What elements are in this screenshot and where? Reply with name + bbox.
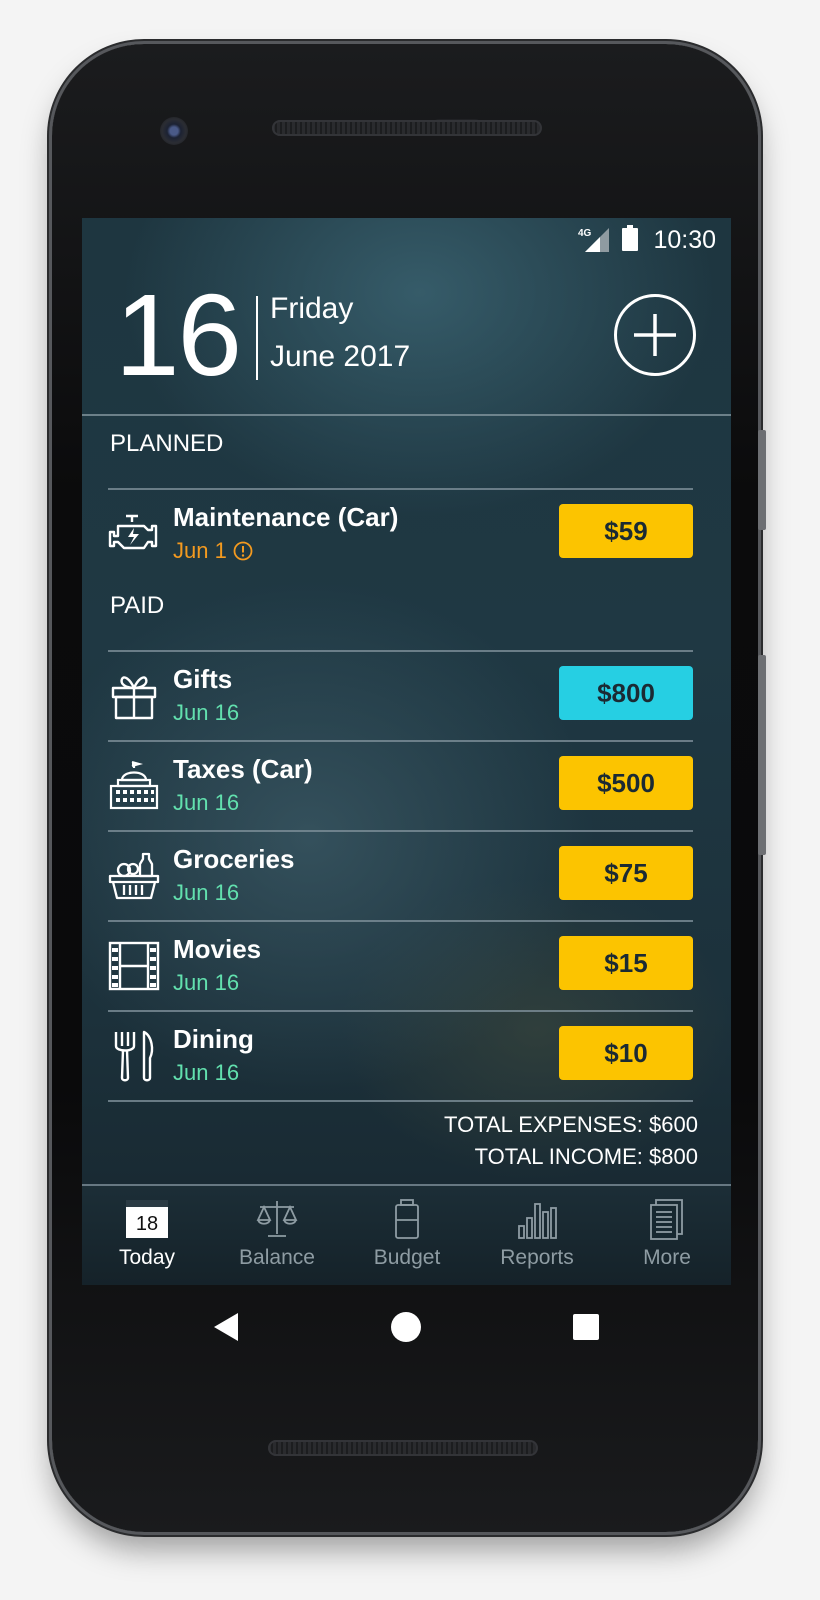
list-item[interactable]: Taxes (Car) Jun 16 $500 bbox=[108, 742, 693, 828]
battery-icon bbox=[622, 225, 638, 251]
amount-badge: $75 bbox=[559, 846, 693, 900]
grocery-basket-icon bbox=[108, 852, 160, 900]
amount-badge: $59 bbox=[559, 504, 693, 558]
item-date: Jun 16 bbox=[173, 1060, 240, 1085]
tab-balance[interactable]: Balance bbox=[212, 1184, 342, 1285]
list-item[interactable]: Movies Jun 16 $15 bbox=[108, 922, 693, 1008]
total-expenses-label: TOTAL EXPENSES: bbox=[444, 1112, 643, 1137]
bar-chart-icon bbox=[518, 1203, 557, 1239]
list-item[interactable]: Maintenance (Car) Jun 1 $59 bbox=[108, 490, 693, 576]
gift-icon bbox=[111, 676, 157, 720]
item-date: Jun 16 bbox=[173, 880, 240, 905]
amount-badge: $800 bbox=[559, 666, 693, 720]
month-year-label: June 2017 bbox=[270, 340, 411, 373]
total-income-label: TOTAL INCOME: bbox=[474, 1144, 643, 1169]
bottom-speaker-grille bbox=[268, 1440, 538, 1456]
item-title: Gifts bbox=[173, 664, 233, 694]
battery-jar-icon bbox=[395, 1199, 419, 1239]
svg-text:18: 18 bbox=[136, 1213, 158, 1235]
front-camera bbox=[160, 117, 188, 145]
amount-badge: $15 bbox=[559, 936, 693, 990]
item-date: Jun 16 bbox=[173, 700, 240, 725]
scales-icon bbox=[256, 1201, 298, 1237]
section-title-planned: PLANNED bbox=[110, 430, 224, 457]
tab-label: Reports bbox=[500, 1246, 574, 1269]
tab-today[interactable]: 18 Today bbox=[82, 1184, 212, 1285]
tab-label: More bbox=[643, 1246, 691, 1269]
list-item[interactable]: Gifts Jun 16 $800 bbox=[108, 652, 693, 738]
list-item[interactable]: Groceries Jun 16 $75 bbox=[108, 832, 693, 918]
bottom-tab-bar: 18 Today Balance Budget Reports More bbox=[82, 1184, 731, 1285]
documents-icon bbox=[650, 1199, 683, 1240]
fork-knife-icon bbox=[114, 1030, 154, 1082]
item-title: Groceries bbox=[173, 844, 295, 874]
calendar-icon: 18 bbox=[126, 1200, 168, 1238]
section-title-paid: PAID bbox=[110, 592, 165, 619]
tab-label: Balance bbox=[239, 1246, 315, 1269]
status-bar: 4G 10:30 bbox=[82, 218, 731, 258]
total-income-value: $800 bbox=[649, 1144, 698, 1169]
item-date: Jun 16 bbox=[173, 790, 240, 815]
overdue-warning-icon bbox=[233, 541, 253, 561]
plus-icon bbox=[634, 314, 676, 356]
tab-reports[interactable]: Reports bbox=[472, 1184, 602, 1285]
amount-badge: $500 bbox=[559, 756, 693, 810]
tab-label: Budget bbox=[373, 1246, 441, 1269]
header-divider bbox=[82, 414, 731, 416]
add-transaction-button[interactable] bbox=[614, 294, 696, 376]
item-title: Maintenance (Car) bbox=[173, 502, 399, 532]
tab-more[interactable]: More bbox=[602, 1184, 731, 1285]
item-title: Movies bbox=[173, 934, 262, 964]
date-divider bbox=[256, 296, 258, 380]
item-title: Dining bbox=[173, 1024, 254, 1054]
list-item[interactable]: Dining Jun 16 $10 bbox=[108, 1012, 693, 1098]
tab-budget[interactable]: Budget bbox=[342, 1184, 472, 1285]
system-nav-bar bbox=[82, 1285, 731, 1373]
svg-text:4G: 4G bbox=[578, 228, 592, 239]
film-icon bbox=[108, 941, 160, 991]
home-icon[interactable] bbox=[382, 1303, 430, 1351]
signal-icon: 4G bbox=[578, 228, 609, 252]
divider bbox=[108, 1100, 693, 1102]
status-time: 10:30 bbox=[653, 226, 716, 254]
top-speaker-grille bbox=[272, 120, 542, 136]
weekday-label: Friday bbox=[270, 292, 354, 325]
government-building-icon bbox=[109, 760, 159, 810]
tab-label: Today bbox=[118, 1246, 176, 1269]
total-income: TOTAL INCOME: $800 bbox=[475, 1144, 698, 1170]
day-number: 16 bbox=[115, 270, 242, 400]
item-date: Jun 1 bbox=[173, 538, 253, 564]
app-screen: 4G 10:30 16 Friday June 2017 PLANNED Mai… bbox=[82, 218, 731, 1285]
back-icon[interactable] bbox=[202, 1303, 250, 1351]
amount-badge: $10 bbox=[559, 1026, 693, 1080]
power-button bbox=[758, 430, 766, 530]
volume-button bbox=[758, 655, 766, 855]
item-title: Taxes (Car) bbox=[173, 754, 313, 784]
recents-icon[interactable] bbox=[562, 1303, 610, 1351]
engine-icon bbox=[108, 514, 158, 550]
total-expenses: TOTAL EXPENSES: $600 bbox=[444, 1112, 698, 1138]
total-expenses-value: $600 bbox=[649, 1112, 698, 1137]
item-date: Jun 16 bbox=[173, 970, 240, 995]
